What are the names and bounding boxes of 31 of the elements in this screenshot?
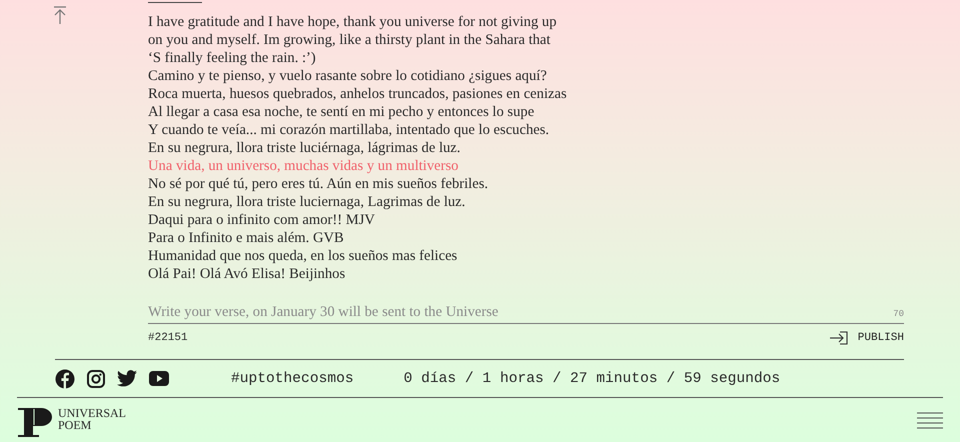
logo-text[interactable]: UNIVERSAL xyxy=(58,407,126,419)
hashtag-link[interactable]: #uptothecosmos xyxy=(231,370,354,386)
verse-line: Al llegar a casa esa noche, te sentí en mi pecho y entonces lo supe xyxy=(148,103,536,121)
verse-line: Y cuando te veía... mi corazón martillaba, intentado que lo escuches. xyxy=(148,121,550,139)
verse-line: on you and myself. Im growing, like a thirsty plant in the Sahara that xyxy=(148,31,552,49)
twitter-icon[interactable] xyxy=(117,370,137,387)
verse-line: En su negrura, llora triste luciérnaga, lágrimas de luz. xyxy=(148,139,462,157)
verse-line: No sé por qué tú, pero eres tú. Aún en mis sueños febriles. xyxy=(148,175,490,193)
verse-line: Daqui para o infinito com amor!! MJV xyxy=(148,211,376,229)
verse-number: #22151 xyxy=(148,332,188,344)
verse-line: Humanidad que nos queda, en los sueños mas felices xyxy=(148,247,458,265)
verse-line: ‘S finally feeling the rain. :’) xyxy=(148,49,317,67)
verse-line: Camino y te pienso, y vuelo rasante sobre lo cotidiano ¿sigues aquí? xyxy=(148,67,548,85)
menu-icon[interactable] xyxy=(917,412,943,430)
verse-line: Olá Pai! Olá Avó Elisa! Beijinhos xyxy=(148,265,346,283)
back-to-top-icon[interactable] xyxy=(53,6,67,24)
logo-text[interactable]: POEM xyxy=(58,419,92,431)
youtube-icon[interactable] xyxy=(149,371,169,386)
countdown-timer: 0 días / 1 horas / 27 minutos / 59 segundos xyxy=(404,370,780,386)
verse-line: I have gratitude and I have hope, thank you universe for not giving up xyxy=(148,13,558,31)
verse-line: Roca muerta, huesos quebrados, anhelos truncados, pasiones en cenizas xyxy=(148,85,568,103)
instagram-icon[interactable] xyxy=(87,370,105,388)
publish-button[interactable]: PUBLISH xyxy=(830,331,904,345)
facebook-icon[interactable] xyxy=(55,368,75,388)
verse-input-field[interactable]: Write your verse, on January 30 will be sent to the Universe xyxy=(148,304,894,323)
verse-line: En su negrura, llora triste luciernaga, Lagrimas de luz. xyxy=(148,193,466,211)
character-counter: 70 xyxy=(893,309,904,321)
verse-line: Para o Infinito e mais além. GVB xyxy=(148,229,345,247)
publish-icon xyxy=(830,331,848,345)
verse-line: Una vida, un universo, muchas vidas y un multiverso xyxy=(148,157,460,175)
logo-icon[interactable] xyxy=(17,407,53,437)
